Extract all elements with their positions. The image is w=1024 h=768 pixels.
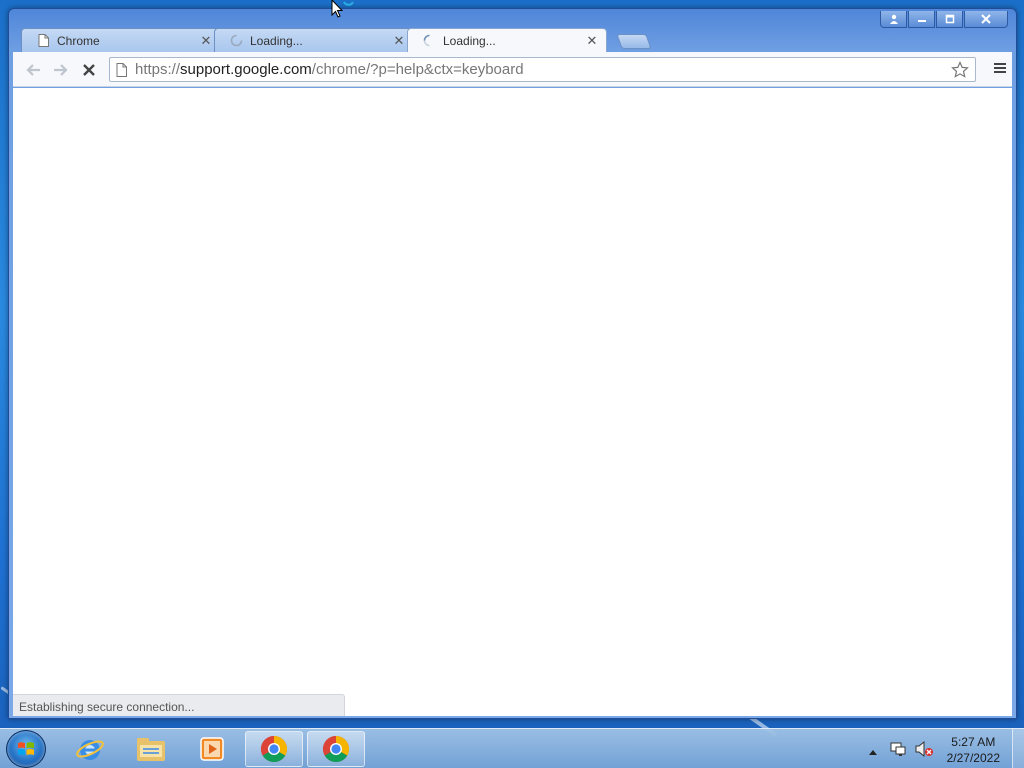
browser-toolbar: https://support.google.com/chrome/?p=hel… [13, 52, 1012, 87]
browser-window: Chrome ✕ Loading... ✕ Loading... ✕ https… [8, 8, 1017, 719]
person-icon [889, 14, 898, 24]
file-explorer-icon [137, 738, 165, 761]
tab-title: Loading... [250, 33, 303, 48]
taskbar: 5:27 AM 2/27/2022 [0, 728, 1024, 768]
maximize-button[interactable] [936, 11, 963, 28]
stop-x-icon [83, 64, 95, 76]
tab-close-icon[interactable]: ✕ [586, 34, 598, 47]
start-button[interactable] [6, 730, 46, 768]
show-desktop-button[interactable] [1012, 729, 1024, 768]
status-bubble: Establishing secure connection... [13, 694, 345, 716]
media-player-icon [200, 737, 224, 761]
forward-arrow-icon [54, 64, 68, 76]
url-host: support.google.com [180, 61, 312, 78]
tab-loading-2[interactable]: Loading... ✕ [407, 28, 607, 52]
taskbar-media-player[interactable] [183, 731, 241, 767]
spinner-icon [229, 34, 243, 48]
network-icon [890, 742, 906, 756]
tray-network[interactable] [889, 740, 907, 763]
tab-close-icon[interactable]: ✕ [393, 34, 405, 47]
tray-volume[interactable] [914, 740, 934, 763]
tab-close-icon[interactable]: ✕ [200, 34, 212, 47]
hamburger-menu-icon [994, 63, 1006, 73]
page-icon [36, 34, 50, 48]
tab-title: Chrome [57, 33, 100, 48]
taskbar-file-explorer[interactable] [122, 731, 180, 767]
new-tab-button[interactable] [616, 34, 652, 49]
clock-time: 5:27 AM [951, 735, 996, 749]
chrome-icon [260, 735, 288, 763]
tray-show-hidden-button[interactable] [868, 743, 878, 761]
tab-strip: Chrome ✕ Loading... ✕ Loading... ✕ [21, 28, 661, 52]
clock-date: 2/27/2022 [946, 751, 1000, 765]
spinner-icon [422, 34, 436, 48]
chrome-menu-button[interactable] [992, 61, 1010, 79]
close-icon [981, 14, 991, 24]
tab-title: Loading... [443, 33, 496, 48]
tab-chrome[interactable]: Chrome ✕ [21, 28, 221, 52]
url-scheme: https:// [135, 61, 181, 78]
profile-button[interactable] [880, 11, 907, 28]
page-icon [116, 62, 127, 77]
minimize-icon [917, 20, 926, 22]
back-button[interactable] [23, 61, 43, 79]
bookmark-star-button[interactable] [951, 61, 969, 83]
internet-explorer-icon [76, 740, 104, 760]
taskbar-chrome-2[interactable] [307, 731, 365, 767]
chevron-up-icon [869, 750, 877, 755]
busy-cursor-icon [331, 0, 354, 18]
stop-button[interactable] [79, 61, 99, 79]
window-controls [880, 11, 1008, 28]
chrome-icon [322, 735, 350, 763]
address-bar[interactable]: https://support.google.com/chrome/?p=hel… [109, 57, 976, 82]
minimize-button[interactable] [908, 11, 935, 28]
star-icon [951, 61, 969, 78]
page-content[interactable]: Establishing secure connection... [13, 88, 1012, 716]
taskbar-internet-explorer[interactable] [61, 731, 119, 767]
windows-logo-icon [18, 742, 34, 755]
taskbar-clock[interactable]: 5:27 AM 2/27/2022 [947, 734, 1000, 766]
url-path: /chrome/?p=help&ctx=keyboard [311, 61, 524, 78]
tab-loading-1[interactable]: Loading... ✕ [214, 28, 414, 52]
back-arrow-icon [26, 64, 40, 76]
volume-muted-icon [915, 740, 933, 758]
forward-button[interactable] [51, 61, 71, 79]
mouse-cursor [331, 0, 355, 27]
taskbar-chrome-1[interactable] [245, 731, 303, 767]
close-window-button[interactable] [964, 11, 1008, 28]
restore-icon [945, 14, 954, 24]
